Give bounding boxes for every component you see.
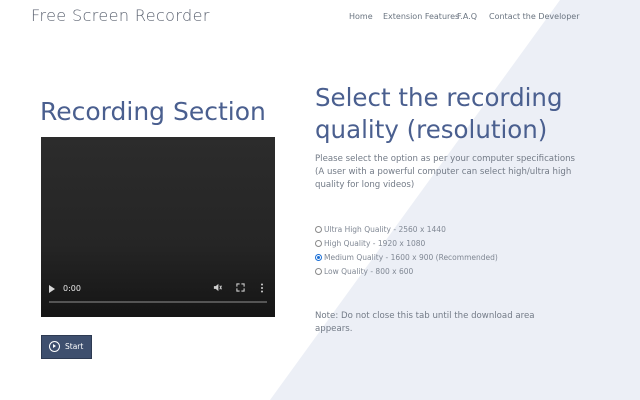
volume-icon[interactable] bbox=[213, 283, 222, 295]
start-button[interactable]: Start bbox=[41, 335, 92, 359]
recording-section-title: Recording Section bbox=[40, 97, 266, 126]
option-label[interactable]: Low Quality - 800 x 600 bbox=[324, 266, 413, 277]
play-circle-icon bbox=[49, 341, 60, 352]
option-label[interactable]: Ultra High Quality - 2560 x 1440 bbox=[324, 224, 446, 235]
option-label[interactable]: Medium Quality - 1600 x 900 (Recommended… bbox=[324, 252, 498, 263]
quality-description: Please select the option as per your com… bbox=[315, 154, 576, 190]
fullscreen-icon[interactable] bbox=[236, 283, 245, 295]
start-button-label: Start bbox=[65, 342, 84, 351]
video-time: 0:00 bbox=[63, 284, 81, 293]
top-navbar: Free Screen Recorder Home Extension Feat… bbox=[0, 0, 640, 34]
nav-link-home[interactable]: Home bbox=[349, 12, 373, 21]
radio-low[interactable] bbox=[315, 268, 322, 275]
brand-title[interactable]: Free Screen Recorder bbox=[31, 6, 210, 25]
nav-link-extension-features[interactable]: Extension Features bbox=[383, 12, 459, 21]
nav-link-faq[interactable]: F.A.Q bbox=[457, 12, 477, 21]
radio-ultra-high[interactable] bbox=[315, 226, 322, 233]
option-label[interactable]: High Quality - 1920 x 1080 bbox=[324, 238, 425, 249]
video-progress-bar[interactable] bbox=[49, 301, 267, 303]
quality-title: Select the recording quality (resolution… bbox=[315, 83, 563, 144]
video-player[interactable]: 0:00 bbox=[41, 137, 275, 317]
radio-medium[interactable] bbox=[315, 254, 322, 261]
radio-high[interactable] bbox=[315, 240, 322, 247]
play-icon[interactable] bbox=[49, 285, 55, 293]
download-note: Note: Do not close this tab until the do… bbox=[315, 311, 535, 334]
more-options-icon[interactable] bbox=[260, 283, 264, 296]
nav-link-contact-developer[interactable]: Contact the Developer bbox=[489, 12, 579, 21]
